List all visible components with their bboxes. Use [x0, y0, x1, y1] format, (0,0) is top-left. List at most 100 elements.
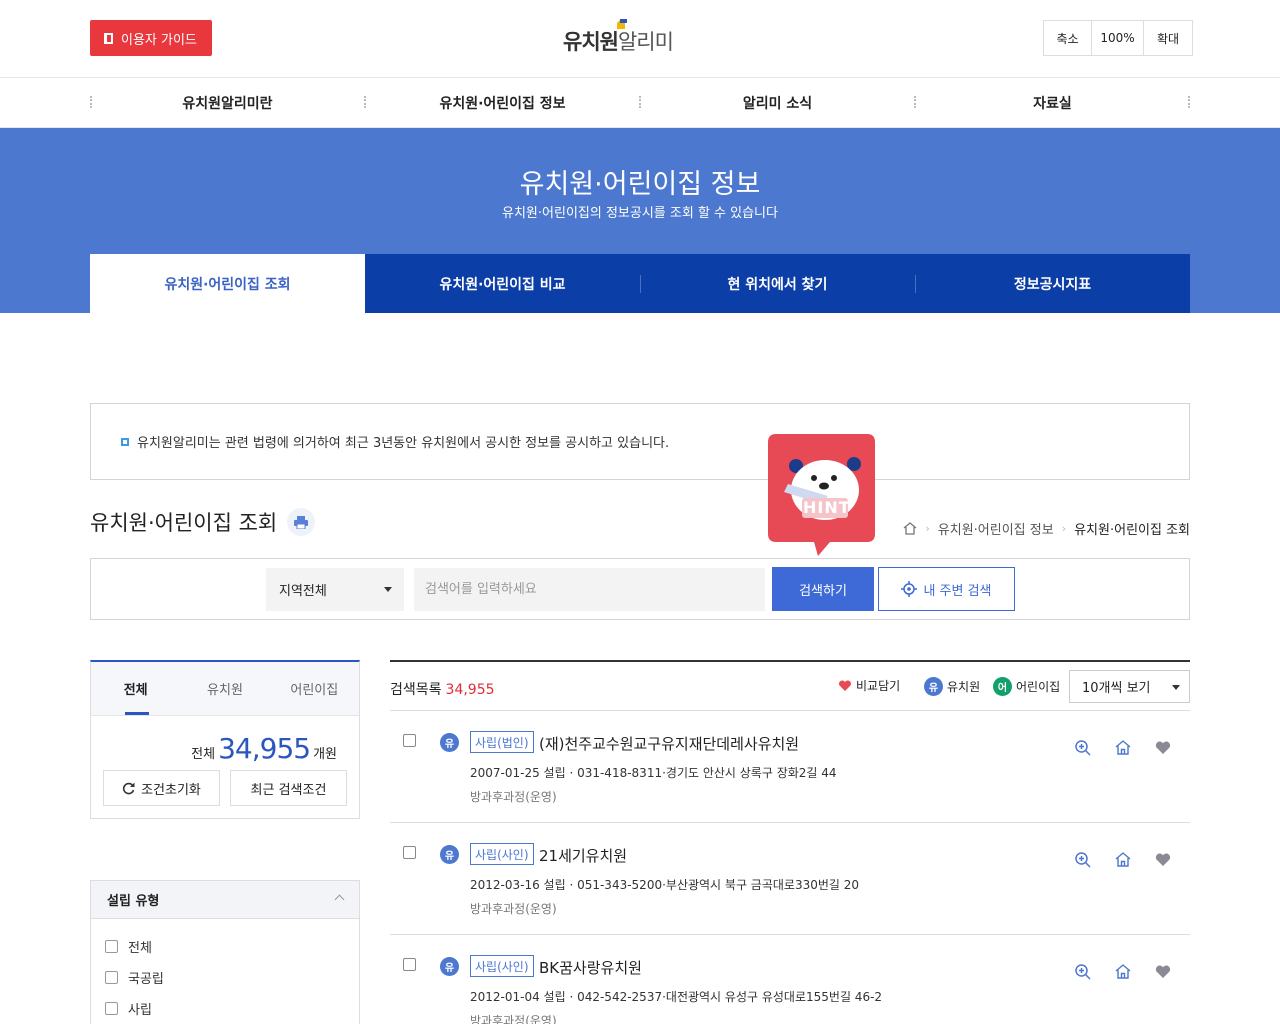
facility-info: 2012-01-04 설립 · 042-542-2537·대전광역시 유성구 유… [470, 990, 883, 1004]
breadcrumb-item[interactable]: 유치원·어린이집 정보 [938, 519, 1054, 538]
site-logo[interactable]: 유치원 알리미 [563, 19, 674, 57]
filter-option[interactable]: 국공립 [105, 962, 345, 993]
sidebar-tab-kindergarten[interactable]: 유치원 [180, 662, 269, 715]
facility-info: 2007-01-25 설립 · 031-418-8311·경기도 안산시 상록구… [470, 766, 837, 780]
item-checkbox[interactable] [403, 734, 416, 747]
tab-compare[interactable]: 유치원·어린이집 비교 [365, 254, 640, 313]
user-guide-label: 이용자 가이드 [121, 32, 197, 48]
checkbox[interactable] [105, 940, 118, 953]
tab-nearby[interactable]: 현 위치에서 찾기 [640, 254, 915, 313]
founding-type-tag: 사립(사인) [470, 843, 534, 865]
heart-icon[interactable] [1152, 961, 1174, 983]
sidebar-summary: 전체 34,955 개원 조건초기화 최근 검색조건 [90, 715, 360, 819]
top-bar: 이용자 가이드 유치원 알리미 축소 100% 확대 [0, 0, 1280, 78]
bullet-icon [121, 437, 129, 446]
hero-title: 유치원·어린이집 정보 [519, 169, 761, 200]
item-actions [1072, 737, 1174, 759]
daycare-legend: 어 어린이집 [993, 677, 1060, 696]
zoom-controls: 축소 100% 확대 [1043, 20, 1193, 56]
hero-subtitle: 유치원·어린이집의 정보공시를 조회 할 수 있습니다 [502, 206, 778, 221]
print-button[interactable] [287, 508, 316, 536]
per-page-select[interactable]: 10개씩 보기 [1069, 670, 1190, 703]
filter-option[interactable]: 전체 [105, 931, 345, 962]
heart-icon [838, 679, 852, 691]
checkbox[interactable] [105, 1002, 118, 1015]
tab-search[interactable]: 유치원·어린이집 조회 [90, 254, 365, 313]
notice-box: 유치원알리미는 관련 법령에 의거하여 최근 3년동안 유치원에서 공시한 정보… [90, 403, 1190, 480]
nav-item-archive[interactable]: 자료실 [915, 78, 1190, 128]
total-prefix: 전체 [191, 747, 216, 762]
sidebar-tab-all[interactable]: 전체 [91, 662, 180, 715]
heart-icon[interactable] [1152, 737, 1174, 759]
nearby-search-button[interactable]: 내 주변 검색 [878, 567, 1015, 611]
total-unit: 개원 [313, 747, 337, 762]
facility-service: 방과후과정(운영) [470, 790, 557, 804]
logo-hat-icon [617, 19, 627, 29]
item-checkbox[interactable] [403, 958, 416, 971]
search-button[interactable]: 검색하기 [772, 567, 874, 611]
filter-option-label: 국공립 [128, 972, 164, 987]
recent-search-button[interactable]: 최근 검색조건 [230, 770, 347, 806]
book-icon [104, 32, 113, 44]
kindergarten-badge: 유 [924, 677, 943, 696]
home-icon[interactable] [903, 522, 917, 535]
heart-icon[interactable] [1152, 849, 1174, 871]
result-item[interactable]: 유 사립(사인) 21세기유치원 2012-03-16 설립 · 051-343… [390, 823, 1190, 935]
facility-name[interactable]: BK꿈사랑유치원 [539, 957, 642, 978]
page-title-text: 유치원·어린이집 조회 [90, 511, 278, 535]
sidebar-tab-daycare[interactable]: 어린이집 [270, 662, 359, 715]
result-item[interactable]: 유 사립(사인) BK꿈사랑유치원 2012-01-04 설립 · 042-54… [390, 935, 1190, 1024]
compare-legend[interactable]: 비교담기 [838, 677, 900, 694]
nav-item-about[interactable]: 유치원알리미란 [90, 78, 365, 128]
facility-info: 2012-03-16 설립 · 051-343-5200·부산광역시 북구 금곡… [470, 878, 860, 892]
breadcrumb-current: 유치원·어린이집 조회 [1074, 523, 1190, 538]
kindergarten-badge: 유 [440, 845, 459, 864]
total-count: 전체 34,955 개원 [191, 732, 337, 765]
homepage-icon[interactable] [1112, 737, 1134, 759]
filter-option[interactable]: 사립 [105, 993, 345, 1024]
nearby-search-label: 내 주변 검색 [923, 583, 992, 599]
zoom-in-icon[interactable] [1072, 849, 1094, 871]
filter-option-label: 사립 [128, 1003, 152, 1018]
main-nav: 유치원알리미란 유치원·어린이집 정보 알리미 소식 자료실 [0, 78, 1280, 128]
user-guide-button[interactable]: 이용자 가이드 [90, 20, 212, 56]
breadcrumb-separator: › [925, 522, 930, 535]
zoom-in-icon[interactable] [1072, 961, 1094, 983]
nav-item-news[interactable]: 알리미 소식 [640, 78, 915, 128]
homepage-icon[interactable] [1112, 849, 1134, 871]
facility-name[interactable]: 21세기유치원 [539, 845, 627, 866]
facility-name[interactable]: (재)천주교수원교구유지재단데레사유치원 [539, 733, 799, 754]
hint-button[interactable]: HINT [768, 434, 875, 556]
region-select[interactable]: 지역전체 [266, 568, 404, 611]
zoom-in-icon[interactable] [1072, 737, 1094, 759]
founding-type-tag: 사립(법인) [470, 731, 534, 753]
caret-down-icon [384, 587, 392, 592]
facility-service: 방과후과정(운영) [470, 902, 557, 916]
zoom-in-button[interactable]: 확대 [1144, 21, 1192, 55]
zoom-level[interactable]: 100% [1092, 21, 1144, 55]
facility-service: 방과후과정(운영) [470, 1014, 557, 1024]
homepage-icon[interactable] [1112, 961, 1134, 983]
location-target-icon [901, 581, 918, 597]
result-list-header: 검색목록 34,955 비교담기 유 유치원 어 어린이집 10개씩 보기 [390, 660, 1190, 711]
result-item[interactable]: 유 사립(법인) (재)천주교수원교구유지재단데레사유치원 2007-01-25… [390, 711, 1190, 823]
breadcrumb: › 유치원·어린이집 정보 › 유치원·어린이집 조회 [903, 519, 1190, 538]
founding-type-title: 설립 유형 [107, 894, 160, 909]
checkbox[interactable] [105, 971, 118, 984]
item-checkbox[interactable] [403, 846, 416, 859]
search-panel: 지역전체 검색하기 내 주변 검색 [90, 558, 1190, 620]
founding-type-filter: 설립 유형 전체 국공립 사립 [90, 880, 360, 1024]
logo-bold-text: 유치원 [563, 30, 619, 54]
search-input[interactable] [414, 568, 765, 611]
founding-type-header[interactable]: 설립 유형 [90, 880, 360, 919]
region-select-value: 지역전체 [279, 584, 327, 599]
zoom-out-button[interactable]: 축소 [1044, 21, 1092, 55]
daycare-badge: 어 [993, 677, 1012, 696]
printer-icon [294, 515, 309, 529]
daycare-legend-label: 어린이집 [1016, 680, 1061, 694]
nav-item-info[interactable]: 유치원·어린이집 정보 [365, 78, 640, 128]
kindergarten-legend-label: 유치원 [947, 680, 981, 694]
tab-indicators[interactable]: 정보공시지표 [915, 254, 1190, 313]
total-count-number: 34,955 [218, 732, 311, 765]
reset-filters-button[interactable]: 조건초기화 [103, 770, 220, 806]
